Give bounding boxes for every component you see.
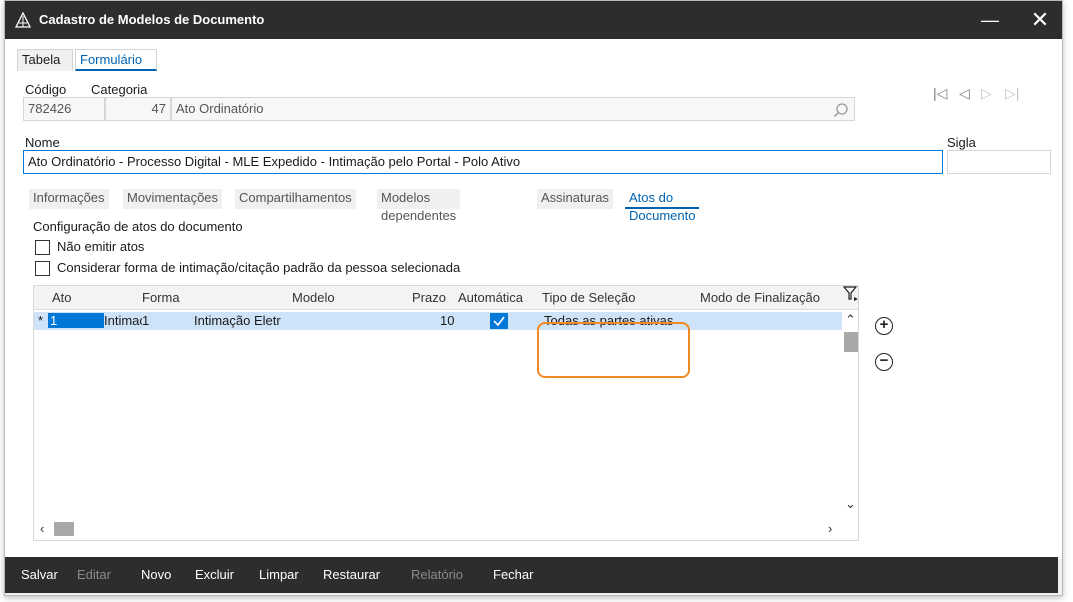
col-automatica[interactable]: Automática <box>458 290 523 305</box>
sigla-field[interactable] <box>947 150 1051 174</box>
last-record-button[interactable]: ▷| <box>1005 85 1019 102</box>
scroll-left-icon[interactable]: ‹ <box>40 521 44 536</box>
col-tipo-selecao[interactable]: Tipo de Seleção <box>542 290 635 305</box>
editar-button[interactable]: Editar <box>77 567 111 582</box>
horizontal-scrollbar[interactable]: ‹ › <box>34 518 842 540</box>
col-prazo[interactable]: Prazo <box>412 290 446 305</box>
considerar-label: Considerar forma de intimação/citação pa… <box>57 260 461 275</box>
check-icon <box>493 316 505 327</box>
cell-forma-num[interactable]: 1 <box>142 313 149 328</box>
cell-prazo[interactable]: 10 <box>440 313 454 328</box>
atos-table: Ato Forma Modelo Prazo Automática Tipo d… <box>33 285 859 541</box>
atos-section-label: Configuração de atos do documento <box>33 219 243 234</box>
minimize-button[interactable]: — <box>967 1 1013 39</box>
previous-record-button[interactable]: ◁ <box>959 85 970 102</box>
next-record-button[interactable]: ▷ <box>981 85 992 102</box>
limpar-button[interactable]: Limpar <box>259 567 299 582</box>
form-content: Tabela Formulário Código Categoria 78242… <box>5 39 1062 559</box>
main-window: Cadastro de Modelos de Documento — ✕ Tab… <box>4 0 1063 596</box>
scroll-down-icon[interactable]: ⌄ <box>845 496 856 512</box>
filter-icon[interactable] <box>843 286 859 302</box>
considerar-checkbox[interactable] <box>35 261 50 276</box>
action-bar: Salvar Editar Novo Excluir Limpar Restau… <box>5 557 1058 593</box>
categoria-name-field[interactable]: Ato Ordinatório <box>171 97 855 121</box>
categoria-code-field[interactable]: 47 <box>105 97 171 121</box>
categoria-label: Categoria <box>91 82 148 97</box>
cell-forma-code[interactable]: Intimação <box>104 313 142 328</box>
codigo-field[interactable]: 782426 <box>23 97 105 121</box>
tab-formulario[interactable]: Formulário <box>75 49 157 71</box>
salvar-button[interactable]: Salvar <box>21 567 58 582</box>
novo-button[interactable]: Novo <box>141 567 171 582</box>
tab-tabela[interactable]: Tabela <box>17 49 73 71</box>
col-modelo[interactable]: Modelo <box>292 290 335 305</box>
search-icon[interactable] <box>833 102 849 118</box>
first-record-button[interactable]: |◁ <box>933 85 947 102</box>
tab-informacoes[interactable]: Informações <box>29 189 109 209</box>
remove-row-icon[interactable]: − <box>875 353 893 371</box>
close-window-button[interactable]: ✕ <box>1017 1 1063 39</box>
cell-ato[interactable]: 1 <box>48 313 104 328</box>
col-ato[interactable]: Ato <box>52 290 72 305</box>
col-forma[interactable]: Forma <box>142 290 180 305</box>
relatorio-button[interactable]: Relatório <box>411 567 463 582</box>
window-title: Cadastro de Modelos de Documento <box>39 12 265 27</box>
add-row-icon[interactable]: + <box>875 317 893 335</box>
tab-movimentacoes[interactable]: Movimentações <box>123 189 223 209</box>
tab-modelos-dependentes[interactable]: Modelos dependentes <box>377 189 461 223</box>
app-logo-icon <box>15 12 31 28</box>
cell-modelo[interactable]: Intimação Eletr <box>194 313 294 328</box>
atos-table-header: Ato Forma Modelo Prazo Automática Tipo d… <box>34 286 858 310</box>
codigo-label: Código <box>25 82 67 97</box>
title-bar: Cadastro de Modelos de Documento — ✕ <box>5 1 1062 39</box>
row-marker: * <box>38 313 44 328</box>
horizontal-scroll-thumb[interactable] <box>54 522 74 536</box>
tab-assinaturas[interactable]: Assinaturas <box>537 189 613 209</box>
automatica-checkbox[interactable] <box>490 313 508 329</box>
tipo-selecao-highlight <box>537 322 690 378</box>
scroll-right-icon[interactable]: › <box>828 521 832 536</box>
nome-label: Nome <box>25 135 60 150</box>
sigla-label: Sigla <box>947 135 976 150</box>
nao-emitir-label: Não emitir atos <box>57 239 145 254</box>
restaurar-button[interactable]: Restaurar <box>323 567 380 582</box>
tab-compartilhamentos[interactable]: Compartilhamentos <box>235 189 356 209</box>
nome-field[interactable]: Ato Ordinatório - Processo Digital - MLE… <box>23 150 943 174</box>
vertical-scrollbar[interactable]: ⌃ ⌄ <box>842 310 858 518</box>
fechar-button[interactable]: Fechar <box>493 567 533 582</box>
nao-emitir-checkbox[interactable] <box>35 240 50 255</box>
vertical-scroll-thumb[interactable] <box>844 332 858 352</box>
scroll-up-icon[interactable]: ⌃ <box>845 312 856 328</box>
tab-atos-do-documento[interactable]: Atos do Documento <box>625 189 700 223</box>
table-row[interactable]: * 1 Intimação 1 Intimação Eletr 10 Todas… <box>34 312 842 330</box>
col-modo-finalizacao[interactable]: Modo de Finalização <box>700 290 820 305</box>
excluir-button[interactable]: Excluir <box>195 567 234 582</box>
